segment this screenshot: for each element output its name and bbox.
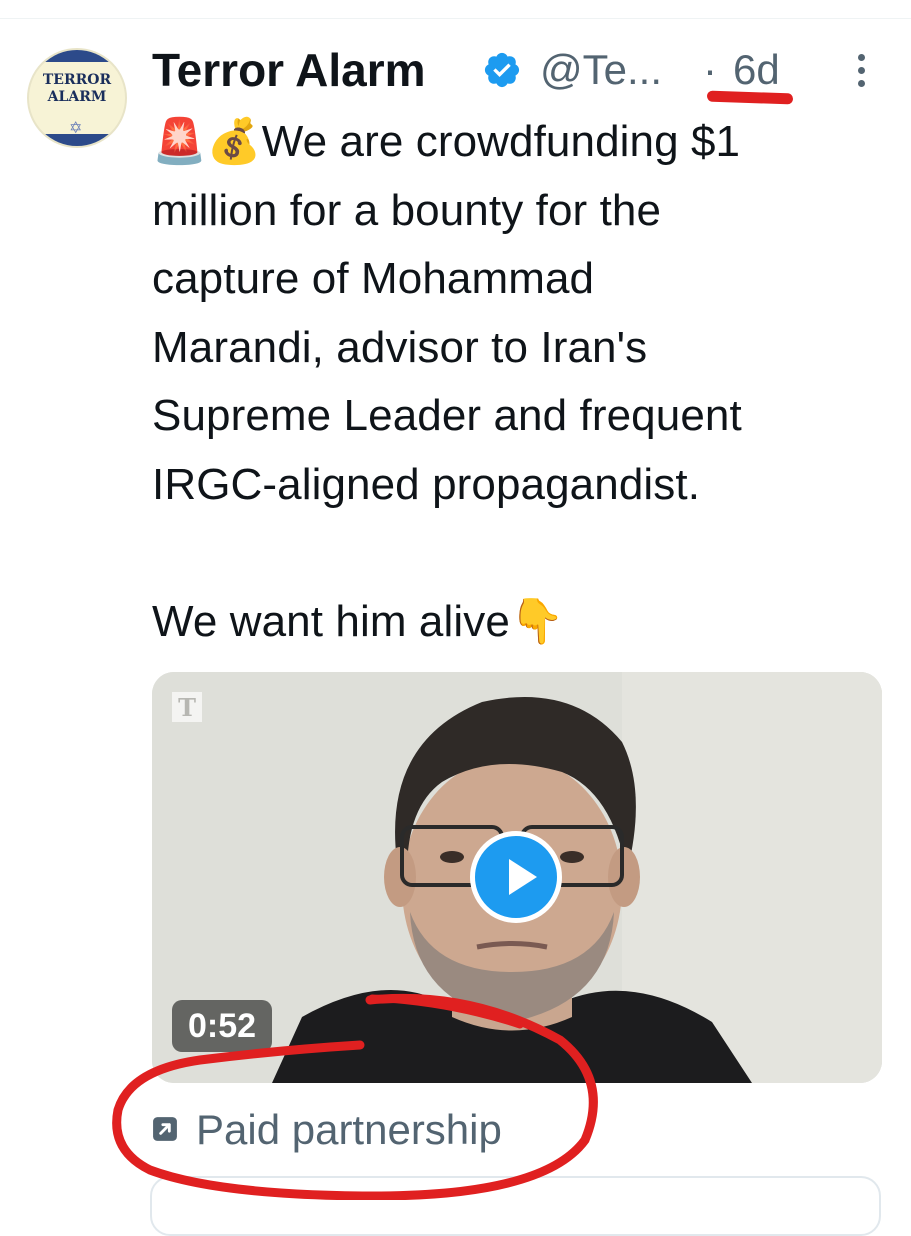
tweet-text: 🚨💰We are crowdfunding $1 million for a b… — [152, 108, 892, 656]
play-icon[interactable] — [470, 831, 562, 923]
video-watermark: T — [172, 692, 202, 722]
top-divider — [0, 18, 911, 19]
author-handle[interactable]: @Te... — [540, 40, 662, 100]
verified-badge-icon — [484, 52, 520, 88]
avatar-band-bottom — [29, 134, 125, 146]
police-light-emoji: 🚨 — [152, 116, 207, 167]
more-vertical-icon[interactable] — [853, 50, 869, 94]
next-card-edge — [150, 1176, 881, 1236]
author-name[interactable]: Terror Alarm — [152, 40, 426, 100]
avatar-text-line2: ALARM — [47, 89, 107, 105]
avatar-band-top — [29, 50, 125, 62]
pointing-down-emoji: 👇 — [509, 595, 565, 647]
red-underline-annotation — [706, 90, 794, 105]
video-duration: 0:52 — [172, 1000, 273, 1052]
tweet-body: We are crowdfunding $1 million for a bou… — [152, 117, 742, 646]
external-arrow-icon — [153, 1117, 177, 1141]
paid-partnership-label[interactable]: Paid partnership — [196, 1100, 502, 1160]
avatar-text-line1: TERROR — [42, 72, 112, 88]
video-player[interactable]: T 0:52 — [152, 672, 882, 1083]
money-bag-emoji: 💰 — [206, 116, 262, 167]
avatar[interactable]: TERROR ALARM ✡ — [27, 48, 127, 148]
